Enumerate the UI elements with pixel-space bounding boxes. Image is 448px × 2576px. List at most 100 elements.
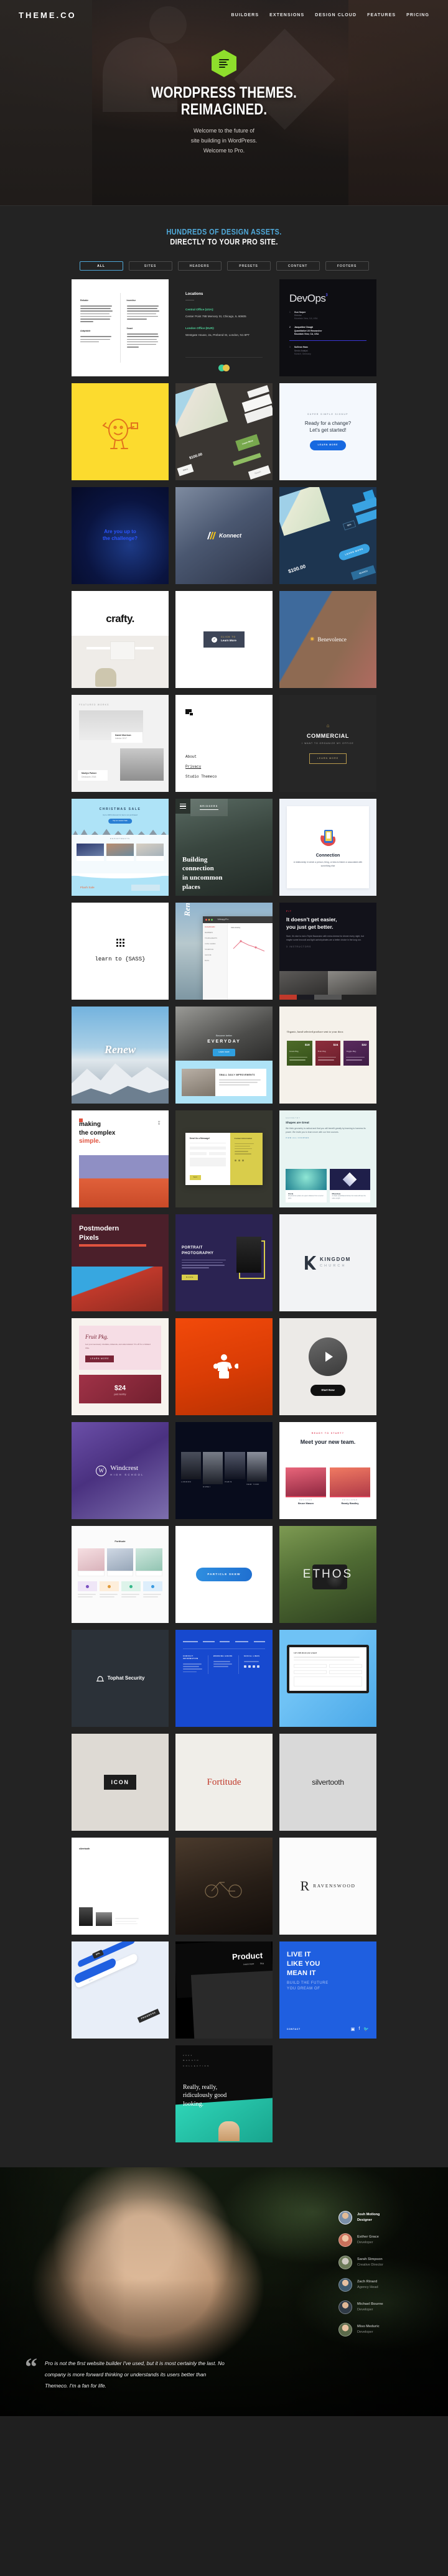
instagram-icon[interactable]: ▣ <box>351 2027 355 2032</box>
live-it-contact-link[interactable]: CONTACT <box>287 2028 301 2031</box>
asset-card-become-better-everyday[interactable]: Become better EVERYDAY Learn more SMALL … <box>175 1007 273 1104</box>
asset-card-featured-works[interactable]: FEATURED WORKS Daniel Morrison Interior … <box>72 695 169 792</box>
asset-card-simple-signup[interactable]: SUPER SIMPLE SIGNUP Ready for a change? … <box>279 383 376 480</box>
city-tile[interactable]: PARIS <box>225 1452 245 1489</box>
asset-card-tophat-security[interactable]: Tophat Security <box>72 1630 169 1727</box>
product-link-buy[interactable]: Buy <box>260 1962 264 1966</box>
asset-card-ethos[interactable]: ETHOS <box>279 1526 376 1623</box>
asset-card-postmodern-pixels[interactable]: Postmodern Pixels <box>72 1214 169 1311</box>
asset-card-benevolence[interactable]: ✷ Benevolence <box>279 591 376 688</box>
testimonial-person-michael-bourne[interactable]: Michael Bourne Developer <box>338 2300 419 2314</box>
testimonial-person-sarah-simpson[interactable]: Sarah Simpson Creative Director <box>338 2256 419 2269</box>
themeco-logo[interactable]: THEME.CO <box>19 11 77 20</box>
asset-card-fruit-package[interactable]: Fruit Pkg. Get your necessary vitamins, … <box>72 1318 169 1415</box>
asset-card-start-now[interactable]: Start Now <box>279 1318 376 1415</box>
contact-form-send-button[interactable]: Send <box>189 1175 201 1181</box>
asset-card-blue-footer[interactable]: CONTACT INFORMATION WORKING HOURS SOCIAL… <box>175 1630 273 1727</box>
asset-card-map-ui-blue[interactable]: 92% LEARN MORE $100.00 SEARCH <box>279 487 376 584</box>
asset-card-kingdom-church[interactable]: KINGDOM CHURCH <box>279 1214 376 1311</box>
christmas-cta-button[interactable]: Tap our season Sale <box>108 819 132 824</box>
product-link-learn-more[interactable]: Learn more <box>243 1963 254 1966</box>
asset-card-product[interactable]: Product Learn more Buy <box>175 1941 273 2039</box>
nav-item-features[interactable]: FEATURES <box>367 13 396 17</box>
filter-all[interactable]: ALL <box>79 261 123 271</box>
map-card-search[interactable]: Search <box>248 465 271 480</box>
everyday-button[interactable]: Learn more <box>213 1049 235 1056</box>
asset-card-live-it[interactable]: LIVE IT LIKE YOU MEAN IT BUILD THE FUTUR… <box>279 1941 376 2039</box>
filter-sites[interactable]: SITES <box>128 261 172 271</box>
asset-card-gym-orange[interactable] <box>175 1318 273 1415</box>
nav-item-design-cloud[interactable]: DESIGN CLOUD <box>315 13 357 17</box>
nav-item-extensions[interactable]: EXTENSIONS <box>269 13 304 17</box>
asset-card-making-complex-simple[interactable]: making the complex simple. ↧ <box>72 1110 169 1207</box>
map-card-menu[interactable]: Menu <box>177 463 194 477</box>
filter-footers[interactable]: FOOTERS <box>325 261 369 271</box>
asset-card-portrait-photography[interactable]: PORTRAIT PHOTOGRAPHY MORE <box>175 1214 273 1311</box>
asset-card-two-column-text[interactable]: Reliable Adaptable Inventive Smart <box>72 279 169 376</box>
asset-card-learn-to-sass[interactable]: learn to {SASS} <box>72 903 169 1000</box>
asset-card-cities-gallery[interactable]: LONDON DUBAI PARIS NEW YORK <box>175 1422 273 1519</box>
asset-card-footer-links[interactable]: About Privacy Studio Themeco <box>175 695 273 792</box>
asset-card-particle-skew[interactable]: PARTICLE SKEW <box>175 1526 273 1623</box>
asset-card-devops[interactable]: DevOps 3 1 Gus Harper Director Mountain … <box>279 279 376 376</box>
footer-link-privacy[interactable]: Privacy <box>185 765 217 770</box>
asset-card-meet-your-new-team[interactable]: READY TO START? Meet your new team. DESI… <box>279 1422 376 1519</box>
nav-item-pricing[interactable]: PRICING <box>406 13 429 17</box>
filter-presets[interactable]: PRESETS <box>226 261 271 271</box>
testimonial-person-miso-meduric[interactable]: Miso Meduric Developer <box>338 2323 419 2337</box>
renew-menu-item[interactable]: TOURNAMENTS <box>205 937 225 940</box>
renew-menu-item[interactable]: DASHBOARD <box>205 926 225 929</box>
renew-menu-item[interactable]: MEMBERS <box>205 932 225 934</box>
asset-card-cyclist[interactable] <box>175 1838 273 1935</box>
hamburger-menu-icon[interactable] <box>180 803 186 809</box>
signup-learn-more-button[interactable]: LEARN MORE <box>309 440 347 450</box>
particle-skew-button[interactable]: PARTICLE SKEW <box>196 1567 252 1582</box>
organic-tier[interactable]: Veggie Pkg. $32 <box>343 1040 370 1066</box>
asset-card-renew-mountain[interactable]: Renew <box>72 1007 169 1104</box>
city-tile[interactable]: NEW YORK <box>246 1452 267 1489</box>
facebook-icon[interactable]: f <box>358 2027 360 2032</box>
city-tile[interactable]: LONDON <box>181 1452 202 1489</box>
organic-tier[interactable]: Green Pkg. $18 <box>287 1040 312 1066</box>
asset-card-contact-form[interactable]: Send Us a Message! Send Contact Informat… <box>175 1110 273 1207</box>
asset-card-icon-wordmark[interactable]: ICON <box>72 1734 169 1831</box>
asset-card-organic-produce[interactable]: Organic, hand selected produce sent to y… <box>279 1007 376 1104</box>
asset-card-connection[interactable]: Connection A relationship in which a per… <box>279 799 376 896</box>
fruit-learn-more-button[interactable]: LEARN MORE <box>85 1355 114 1362</box>
asset-card-christmas-sale[interactable]: CHRISTMAS SALE Up to 100% discount for i… <box>72 799 169 896</box>
asset-card-commercial[interactable]: ⌂ COMMERCIAL I WANT TO ORGANIZE MY OFFIC… <box>279 695 376 792</box>
renew-menu-item[interactable]: BLOG <box>205 960 225 962</box>
asset-card-challenge[interactable]: Are you up to the challenge? <box>72 487 169 584</box>
asset-card-silvertooth[interactable]: silvertooth <box>279 1734 376 1831</box>
commercial-learn-more-button[interactable]: LEARN MORE <box>309 753 347 764</box>
footer-link-about[interactable]: About <box>185 755 217 760</box>
asset-card-windcrest[interactable]: W Windcrest HIGH SCHOOL <box>72 1422 169 1519</box>
asset-card-quick-access[interactable]: Fortitude <box>72 1526 169 1623</box>
nav-item-builders[interactable]: BUILDERS <box>231 13 259 17</box>
footer-link-studio[interactable]: Studio Themeco <box>185 774 217 779</box>
asset-card-bridgers[interactable]: BRIDGERS Building connection in uncommon… <box>175 799 273 896</box>
asset-card-yellow-mascot[interactable] <box>72 383 169 480</box>
map-card-button[interactable]: Learn More <box>235 434 260 452</box>
renew-menu-item[interactable]: LEAGUE <box>205 954 225 957</box>
blue-map-search[interactable]: SEARCH <box>350 565 376 580</box>
filter-headers[interactable]: HEADERS <box>177 261 222 271</box>
testimonial-person-zach-rinard[interactable]: Zach Rinard Agency Head <box>338 2278 419 2292</box>
asset-card-konnect[interactable]: Konnect <box>175 487 273 584</box>
testimonial-person-josh-motlong[interactable]: Josh Motlong Designer <box>338 2211 419 2225</box>
shapes-link[interactable]: VIEW ALL COURSES <box>286 1137 370 1140</box>
asset-card-testimonial-block[interactable]: silvertooth <box>72 1838 169 1935</box>
asset-card-fitness-quote[interactable]: FIT It doesn't get easier, you just get … <box>279 903 376 1000</box>
asset-card-learn-more-button[interactable]: ✓ CLICK TO Learn More <box>175 591 273 688</box>
organic-tier[interactable]: Fruit Pkg. $24 <box>315 1040 341 1066</box>
asset-card-locations[interactable]: Locations Central Office (USA): Center P… <box>175 279 273 376</box>
portrait-more-button[interactable]: MORE <box>182 1275 198 1280</box>
social-icon[interactable] <box>253 1665 255 1668</box>
learn-more-preset-button[interactable]: ✓ CLICK TO Learn More <box>203 631 245 648</box>
testimonial-person-esther-grace[interactable]: Esther Grace Developer <box>338 2233 419 2247</box>
asset-card-progress-bars[interactable]: 37% 87% PROGRESS <box>72 1941 169 2039</box>
asset-card-renew-app[interactable]: Renew WebappPro DASHBOARD MEMBERS TOURNA… <box>175 903 273 1000</box>
asset-card-shapes-are-great[interactable]: GEOMETRY Shapes are Great We think geome… <box>279 1110 376 1207</box>
social-icon[interactable] <box>244 1665 246 1668</box>
play-button-icon[interactable] <box>325 1351 333 1362</box>
